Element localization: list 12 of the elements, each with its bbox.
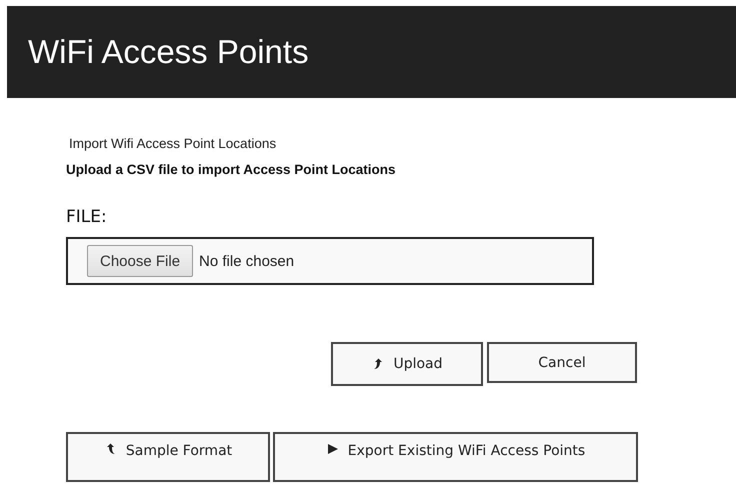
section-heading: Import Wifi Access Point Locations <box>69 136 278 151</box>
page-title: WiFi Access Points <box>28 33 309 71</box>
choose-file-button[interactable]: Choose File <box>87 245 194 277</box>
cancel-button[interactable]: Cancel <box>487 342 637 383</box>
upload-button[interactable]: Upload <box>331 342 483 386</box>
file-label: FILE: <box>66 207 108 227</box>
export-button[interactable]: Export Existing WiFi Access Points <box>273 432 638 482</box>
file-input[interactable]: Choose File No file chosen <box>66 237 594 285</box>
play-icon <box>326 443 340 455</box>
file-status: No file chosen <box>199 252 294 270</box>
instruction-text: Upload a CSV file to import Access Point Locations <box>66 162 397 177</box>
sample-format-button[interactable]: Sample Format <box>66 432 270 482</box>
